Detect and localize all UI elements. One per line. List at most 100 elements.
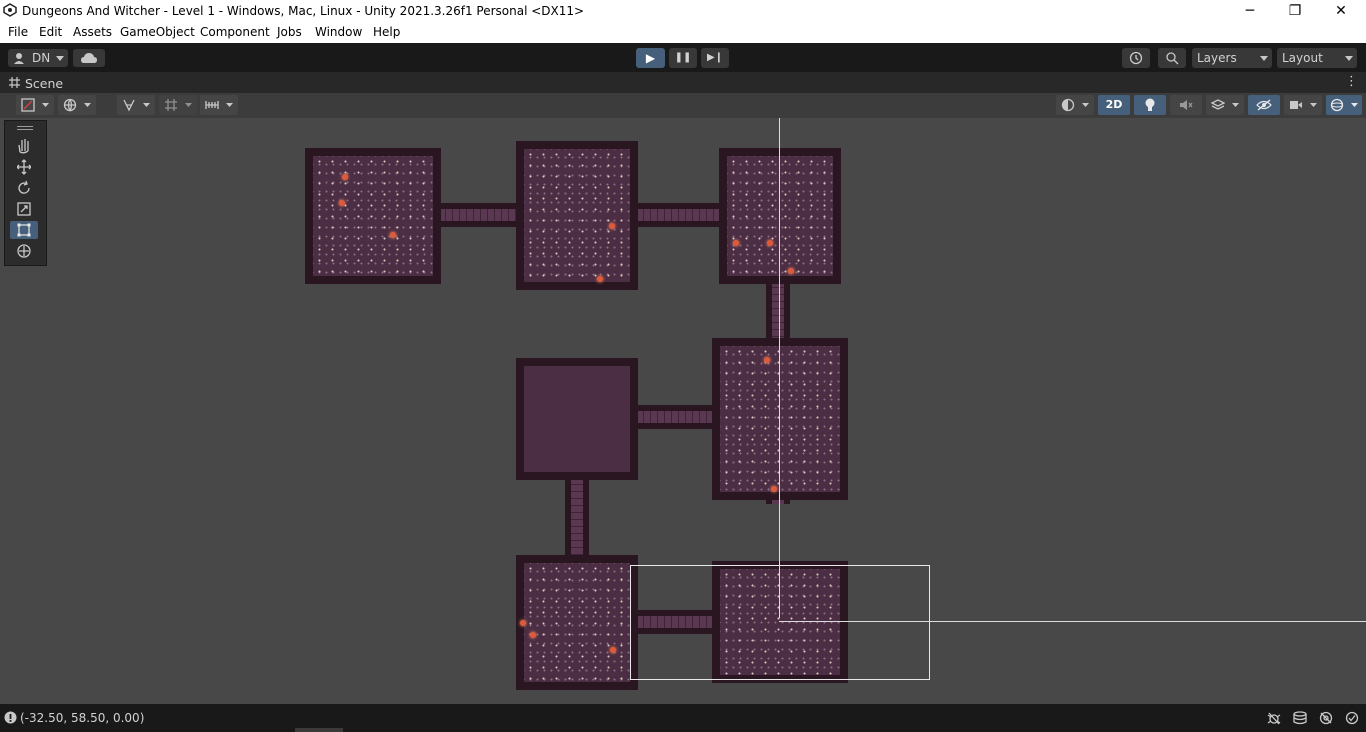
torch	[520, 620, 526, 626]
check-circle-icon[interactable]	[1345, 711, 1359, 725]
menu-window[interactable]: Window	[315, 25, 362, 39]
status-message: (-32.50, 58.50, 0.00)	[20, 711, 145, 725]
scene-tab-label: Scene	[25, 76, 64, 91]
chevron-down-icon	[226, 103, 233, 107]
account-dropdown[interactable]: DN	[8, 49, 68, 67]
lightbulb-icon	[1145, 98, 1155, 111]
grid-snap-dropdown[interactable]	[159, 95, 197, 115]
eye-slash-icon	[1256, 99, 1272, 111]
torch	[530, 632, 536, 638]
step-button[interactable]: ▶❙	[701, 48, 729, 68]
chevron-down-icon	[1310, 103, 1317, 107]
global-view-dropdown[interactable]	[58, 95, 96, 115]
move-tool[interactable]	[10, 158, 38, 176]
chevron-down-icon	[1082, 103, 1089, 107]
effects-layers-icon	[1211, 99, 1225, 110]
camera-bounds[interactable]	[630, 565, 930, 680]
corridor	[565, 471, 589, 561]
search-button[interactable]	[1158, 48, 1186, 68]
dungeon-room	[719, 148, 841, 284]
account-icon	[14, 53, 24, 64]
menu-help[interactable]: Help	[373, 25, 400, 39]
scene-icon	[9, 77, 20, 88]
rotate-tool[interactable]	[10, 179, 38, 197]
torch	[390, 232, 396, 238]
draw-mode-dropdown[interactable]	[16, 95, 54, 115]
transform-icon	[17, 244, 31, 258]
more-options-icon[interactable]: ⋮	[1345, 74, 1358, 89]
layout-dropdown[interactable]: Layout	[1277, 48, 1357, 68]
shading-mode-dropdown[interactable]	[1056, 95, 1094, 115]
move-icon	[17, 159, 31, 175]
scene-viewport[interactable]	[0, 118, 1366, 704]
scale-tool[interactable]	[10, 200, 38, 218]
account-label: DN	[32, 51, 51, 65]
cloud-button[interactable]	[73, 49, 105, 67]
undo-history-button[interactable]	[1122, 48, 1150, 68]
database-icon[interactable]	[1293, 711, 1307, 725]
close-button[interactable]: ✕	[1318, 0, 1364, 22]
torch	[767, 240, 773, 246]
info-icon	[4, 711, 17, 724]
chevron-down-icon	[143, 103, 150, 107]
toggle-2d-button[interactable]: 2D	[1098, 95, 1130, 115]
crosshair-vertical	[779, 118, 780, 618]
hand-tool[interactable]	[10, 137, 38, 155]
scroll-indicator[interactable]	[295, 728, 343, 732]
menu-gameobject[interactable]: GameObject	[120, 25, 195, 39]
dungeon-room	[516, 141, 638, 290]
torch	[609, 223, 615, 229]
camera-dropdown[interactable]	[1284, 95, 1322, 115]
menu-jobs[interactable]: Jobs	[277, 25, 302, 39]
gizmo-icon	[123, 99, 135, 112]
dungeon-room	[712, 338, 848, 500]
effects-dropdown[interactable]	[1206, 95, 1244, 115]
camera-icon	[1290, 101, 1302, 109]
dungeon-room	[305, 148, 441, 284]
gizmo-toggle-dropdown[interactable]	[117, 95, 155, 115]
lighting-toggle-button[interactable]	[1134, 95, 1166, 115]
bug-icon[interactable]	[1267, 711, 1281, 725]
menu-component[interactable]: Component	[200, 25, 270, 39]
torch	[339, 200, 345, 206]
menu-edit[interactable]: Edit	[39, 25, 62, 39]
crosshair-horizontal	[779, 621, 1366, 622]
layers-label: Layers	[1197, 51, 1237, 65]
corridor	[432, 203, 524, 227]
grid-snap-icon	[165, 99, 177, 111]
hand-icon	[18, 139, 29, 154]
layers-dropdown[interactable]: Layers	[1192, 48, 1272, 68]
cloud-icon	[81, 53, 97, 63]
layout-label: Layout	[1282, 51, 1323, 65]
settings-icon[interactable]	[1319, 711, 1333, 725]
overlay-drag-handle[interactable]	[17, 126, 33, 127]
torch	[733, 240, 739, 246]
minimize-button[interactable]: ─	[1227, 0, 1273, 22]
menu-file[interactable]: File	[8, 25, 28, 39]
restore-button[interactable]: ❐	[1272, 0, 1318, 22]
snap-increment-dropdown[interactable]	[200, 95, 238, 115]
menu-assets[interactable]: Assets	[73, 25, 112, 39]
torch	[597, 276, 603, 282]
rotate-icon	[18, 180, 30, 194]
pause-button[interactable]: ❚❚	[669, 48, 697, 68]
torch	[342, 174, 348, 180]
audio-toggle-button[interactable]	[1170, 95, 1202, 115]
chevron-down-icon	[185, 103, 192, 107]
corridor	[630, 203, 726, 227]
play-button[interactable]: ▶	[636, 48, 665, 68]
hidden-objects-toggle-button[interactable]	[1248, 95, 1280, 115]
chevron-down-icon	[42, 103, 49, 107]
chevron-down-icon	[84, 103, 91, 107]
torch	[764, 357, 770, 363]
chevron-down-icon	[56, 56, 64, 61]
tools-overlay	[4, 120, 47, 266]
main-toolbar: DN ▶ ❚❚ ▶❙ Layers Layout	[0, 43, 1366, 72]
window-title: Dungeons And Witcher - Level 1 - Windows…	[22, 4, 585, 18]
chevron-down-icon	[1345, 56, 1353, 61]
gizmos-dropdown[interactable]	[1326, 95, 1362, 115]
transform-tool[interactable]	[10, 242, 38, 260]
rect-tool[interactable]	[10, 221, 38, 239]
scale-icon	[17, 202, 31, 216]
history-icon	[1129, 51, 1143, 65]
